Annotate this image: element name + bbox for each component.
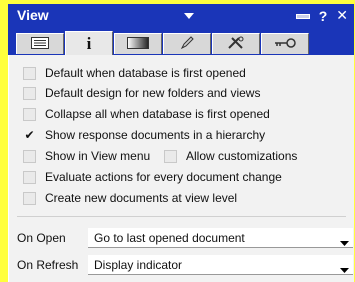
checkbox[interactable] xyxy=(164,149,177,163)
checkbox[interactable] xyxy=(23,149,36,163)
on-refresh-select[interactable]: Display indicator xyxy=(88,255,353,275)
on-open-row: On Open Go to last opened document xyxy=(17,228,353,248)
tab-info[interactable]: i xyxy=(65,31,113,55)
key-icon xyxy=(273,37,297,52)
option-label: Allow customizations xyxy=(186,149,298,163)
option-label: Show response documents in a hierarchy xyxy=(45,128,266,142)
on-refresh-label: On Refresh xyxy=(17,258,79,272)
option-label: Default design for new folders and views xyxy=(45,86,261,100)
option-label: Default when database is first opened xyxy=(45,66,246,80)
minimize-icon[interactable] xyxy=(295,14,310,19)
title-bar: View ? ✕ xyxy=(8,4,354,28)
on-open-value: Go to last opened document xyxy=(94,230,245,245)
option-default-when-opened[interactable]: Default when database is first opened xyxy=(9,64,246,82)
view-properties-panel: Default when database is first opened De… xyxy=(8,55,354,282)
option-evaluate-actions[interactable]: Evaluate actions for every document chan… xyxy=(9,168,282,186)
checkbox[interactable] xyxy=(23,170,36,184)
option-allow-customizations[interactable]: Allow customizations xyxy=(164,147,297,165)
info-icon: i xyxy=(86,33,92,53)
checkmark-icon[interactable]: ✔ xyxy=(23,129,36,142)
checkbox[interactable] xyxy=(23,66,36,80)
pencil-icon xyxy=(180,35,194,53)
on-open-label: On Open xyxy=(17,231,66,245)
tab-strip: i xyxy=(8,28,354,55)
tools-icon xyxy=(227,36,245,53)
option-show-in-view-menu[interactable]: Show in View menu xyxy=(9,147,150,165)
tab-basics[interactable] xyxy=(16,33,64,54)
option-label: Show in View menu xyxy=(45,149,151,163)
tab-style[interactable] xyxy=(114,33,162,54)
checkbox[interactable] xyxy=(23,191,36,205)
window-title: View xyxy=(17,7,49,23)
option-label: Collapse all when database is first open… xyxy=(45,107,270,121)
gradient-icon xyxy=(127,36,149,52)
option-show-response-hierarchy[interactable]: ✔ Show response documents in a hierarchy xyxy=(9,126,265,144)
close-icon[interactable]: ✕ xyxy=(336,7,348,24)
tab-font[interactable] xyxy=(163,33,211,54)
option-collapse-all[interactable]: Collapse all when database is first open… xyxy=(9,105,270,123)
list-icon xyxy=(31,36,49,52)
on-open-select[interactable]: Go to last opened document xyxy=(88,228,353,248)
dropdown-arrow-icon[interactable] xyxy=(340,262,349,276)
tab-advanced[interactable] xyxy=(212,33,260,54)
dropdown-arrow-icon[interactable] xyxy=(340,235,349,249)
on-refresh-row: On Refresh Display indicator xyxy=(17,255,353,275)
divider xyxy=(17,216,346,217)
title-dropdown-icon[interactable] xyxy=(184,13,194,19)
checkbox[interactable] xyxy=(23,107,36,121)
checkbox[interactable] xyxy=(23,86,36,100)
option-create-at-view-level[interactable]: Create new documents at view level xyxy=(9,189,237,207)
option-label: Create new documents at view level xyxy=(45,191,238,205)
option-label: Evaluate actions for every document chan… xyxy=(45,170,282,184)
tab-security[interactable] xyxy=(261,33,309,54)
help-icon[interactable]: ? xyxy=(319,8,328,24)
on-refresh-value: Display indicator xyxy=(94,257,183,272)
option-default-design[interactable]: Default design for new folders and views xyxy=(9,84,260,102)
